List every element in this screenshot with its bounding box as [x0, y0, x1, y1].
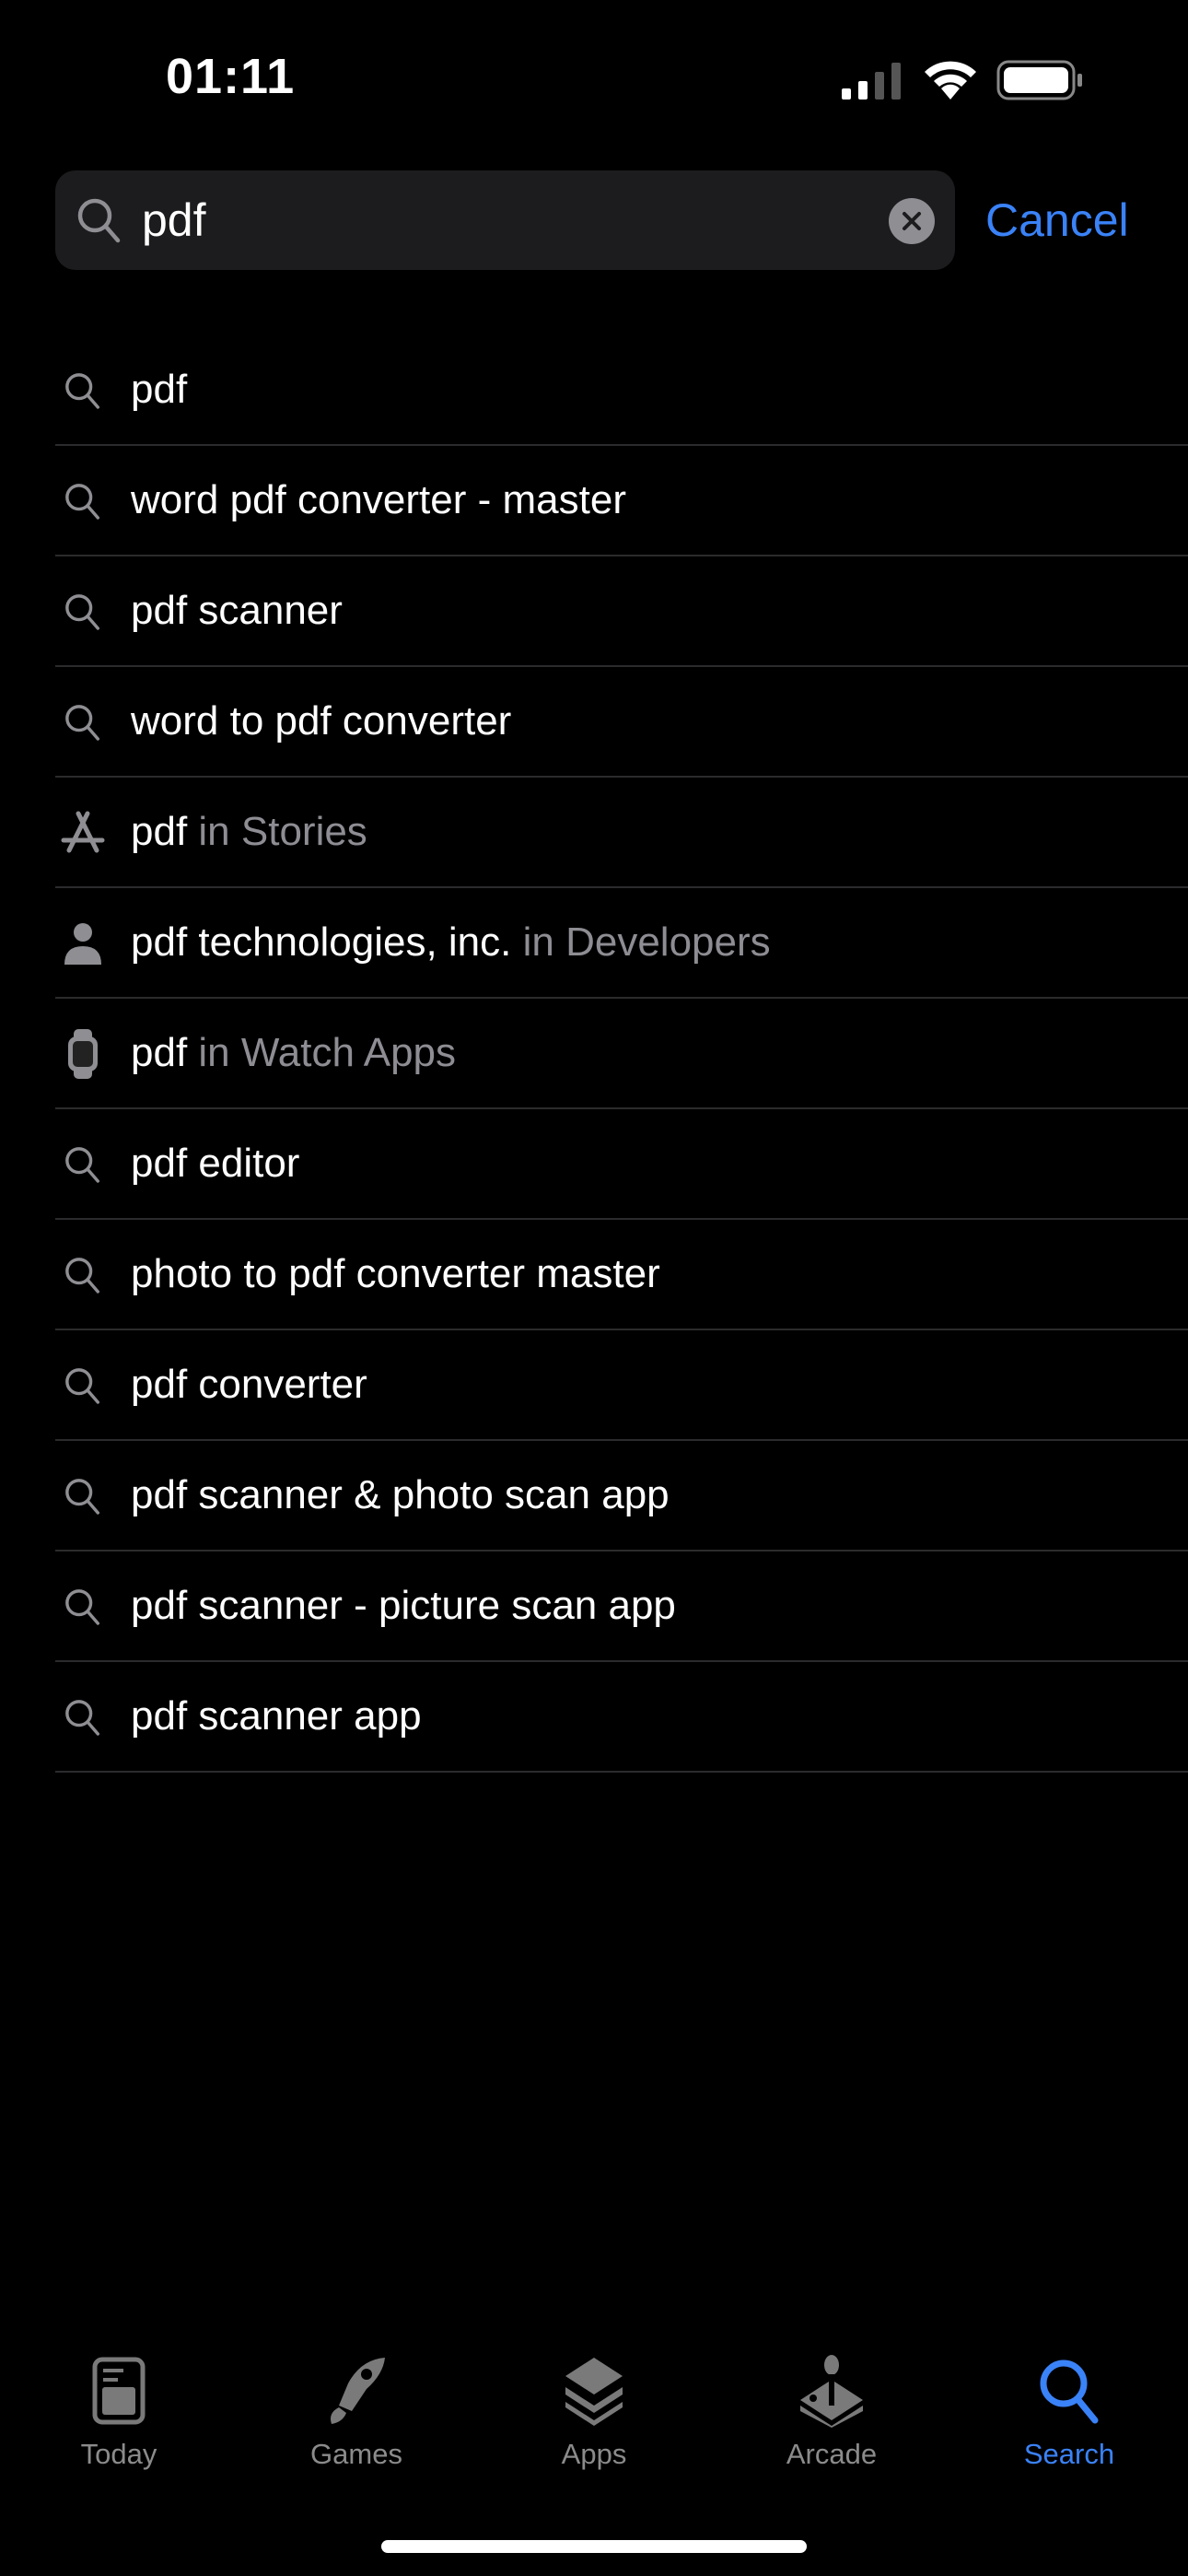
suggestion-text: word pdf converter - master [131, 446, 626, 555]
suggestion-term: pdf [131, 1030, 188, 1075]
search-icon [57, 1139, 109, 1190]
layers-icon [553, 2349, 635, 2432]
suggestion-text: pdf scanner app [131, 1662, 422, 1771]
suggestion-row[interactable]: pdf technologies, inc. in Developers [55, 888, 1188, 999]
person-icon [57, 918, 109, 969]
suggestion-text: pdf in Stories [131, 778, 367, 886]
search-icon [57, 586, 109, 638]
suggestion-row[interactable]: word pdf converter - master [55, 446, 1188, 556]
search-icon [57, 1470, 109, 1522]
search-field[interactable] [55, 170, 955, 270]
suggestion-text: pdf scanner - picture scan app [131, 1551, 676, 1660]
tab-label: Games [310, 2438, 402, 2470]
suggestion-scope: in Developers [511, 919, 771, 965]
suggestion-text: pdf in Watch Apps [131, 999, 456, 1107]
tab-label: Search [1023, 2438, 1115, 2470]
suggestion-text: pdf converter [131, 1330, 367, 1439]
tab-apps[interactable]: Apps [475, 2340, 713, 2488]
suggestion-text: pdf scanner [131, 556, 343, 665]
search-icon [77, 198, 121, 243]
search-icon [57, 365, 109, 416]
suggestion-term: pdf [131, 367, 188, 412]
search-icon [57, 1581, 109, 1633]
wifi-icon [925, 61, 976, 100]
suggestion-text: pdf scanner & photo scan app [131, 1441, 670, 1550]
search-bar: Cancel [55, 170, 1142, 270]
suggestion-row[interactable]: pdf scanner [55, 556, 1188, 667]
search-icon [57, 1692, 109, 1743]
cellular-signal-icon [842, 63, 901, 100]
suggestion-term: pdf scanner - picture scan app [131, 1583, 676, 1628]
suggestion-term: pdf technologies, inc. [131, 919, 512, 965]
suggestion-term: pdf scanner [131, 588, 343, 633]
app-store-icon [57, 807, 109, 859]
tab-label: Today [80, 2438, 157, 2470]
suggestion-row[interactable]: pdf scanner & photo scan app [55, 1441, 1188, 1551]
suggestion-term: pdf [131, 809, 188, 854]
suggestion-term: pdf scanner app [131, 1693, 422, 1739]
tab-arcade[interactable]: Arcade [713, 2340, 950, 2488]
tab-search[interactable]: Search [950, 2340, 1188, 2488]
joystick-icon [790, 2349, 873, 2432]
suggestion-term: word pdf converter - master [131, 477, 626, 522]
suggestion-text: photo to pdf converter master [131, 1220, 660, 1329]
suggestion-row[interactable]: word to pdf converter [55, 667, 1188, 778]
suggestion-term: pdf editor [131, 1141, 300, 1186]
tab-today[interactable]: Today [0, 2340, 238, 2488]
suggestion-term: pdf converter [131, 1362, 367, 1407]
suggestion-scope: in Stories [187, 809, 367, 854]
home-indicator[interactable] [381, 2540, 807, 2553]
suggestion-text: pdf [131, 335, 187, 444]
suggestion-term: photo to pdf converter master [131, 1251, 660, 1296]
suggestion-row[interactable]: pdf scanner - picture scan app [55, 1551, 1188, 1662]
clear-circle-icon [903, 212, 921, 230]
suggestion-term: word to pdf converter [131, 698, 512, 744]
tab-bar: Today Games Apps Arcade Search [0, 2340, 1188, 2488]
suggestion-text: pdf technologies, inc. in Developers [131, 888, 771, 997]
suggestion-row[interactable]: pdf editor [55, 1109, 1188, 1220]
suggestion-row[interactable]: pdf converter [55, 1330, 1188, 1441]
suggestion-row[interactable]: pdf [55, 335, 1188, 446]
tab-games[interactable]: Games [238, 2340, 475, 2488]
search-icon [1028, 2349, 1111, 2432]
suggestion-row[interactable]: pdf in Stories [55, 778, 1188, 888]
search-icon [57, 697, 109, 748]
suggestion-scope: in Watch Apps [187, 1030, 457, 1075]
tab-label: Apps [561, 2438, 627, 2470]
suggestion-row[interactable]: pdf scanner app [55, 1662, 1188, 1773]
rocket-icon [315, 2349, 398, 2432]
suggestion-row[interactable]: pdf in Watch Apps [55, 999, 1188, 1109]
suggestion-text: word to pdf converter [131, 667, 511, 776]
status-bar: 01:11 [0, 0, 1188, 157]
battery-icon [996, 60, 1082, 100]
clear-search-button[interactable] [889, 198, 935, 244]
tab-label: Arcade [786, 2438, 878, 2470]
today-icon [77, 2349, 160, 2432]
suggestion-row[interactable]: photo to pdf converter master [55, 1220, 1188, 1330]
suggestion-list: pdf word pdf converter - master pdf scanne… [55, 335, 1188, 1773]
search-icon [57, 475, 109, 527]
watch-icon [57, 1028, 109, 1080]
search-input[interactable] [142, 170, 842, 270]
suggestion-term: pdf scanner & photo scan app [131, 1472, 670, 1517]
search-icon [57, 1249, 109, 1301]
suggestion-text: pdf editor [131, 1109, 299, 1218]
search-icon [57, 1360, 109, 1411]
cancel-button[interactable]: Cancel [985, 170, 1129, 270]
status-time: 01:11 [166, 49, 296, 104]
